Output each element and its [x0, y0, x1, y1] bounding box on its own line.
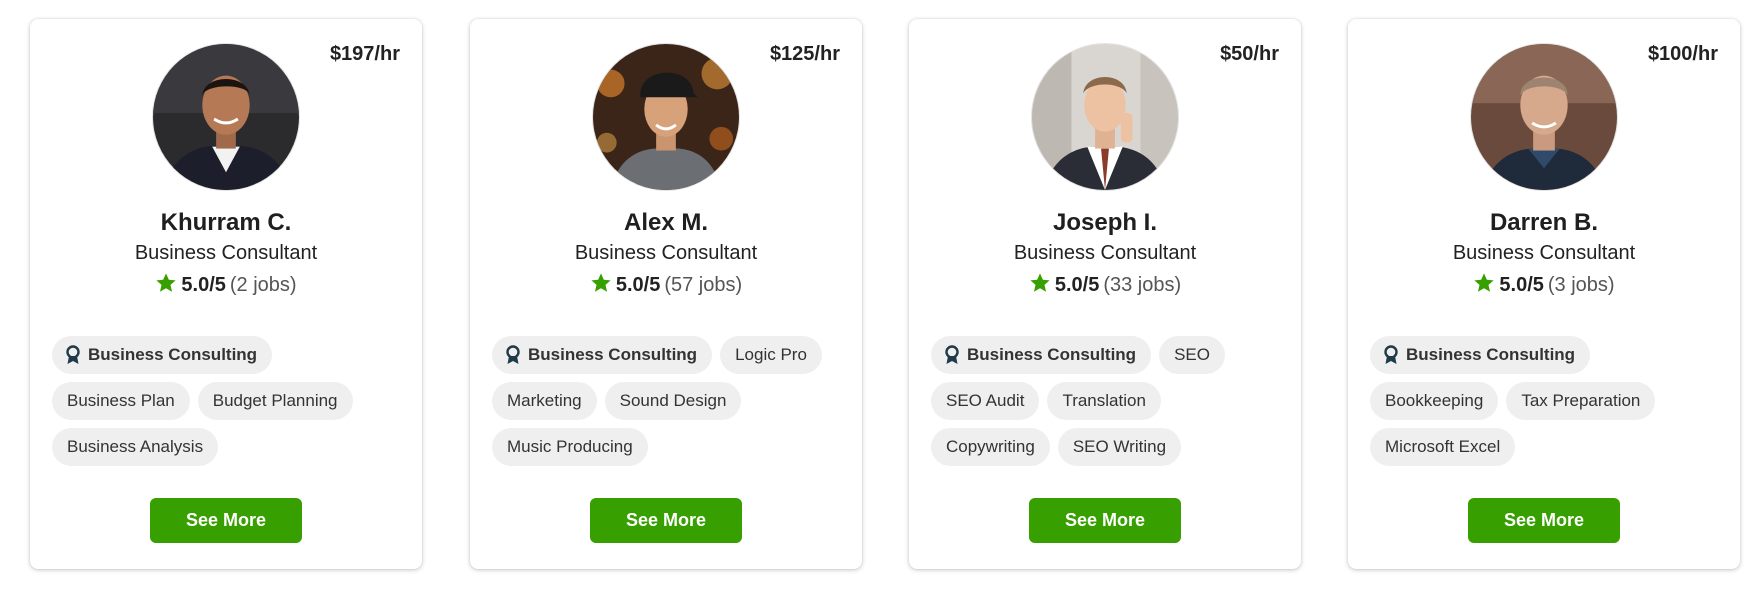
freelancer-title: Business Consultant: [134, 242, 318, 264]
freelancer-card[interactable]: $50/hr Joseph I. Business Consultant 5.0…: [909, 19, 1301, 569]
skill-tags: Business Consulting Bookkeeping Tax Prep…: [1370, 336, 1722, 466]
freelancer-name[interactable]: Khurram C.: [30, 209, 422, 237]
see-more-button[interactable]: See More: [1468, 498, 1620, 543]
job-count: (2 jobs): [229, 274, 297, 296]
freelancer-card[interactable]: $100/hr Darren B. Business Consultant 5.…: [1348, 19, 1740, 569]
hourly-rate: $50/hr: [1220, 43, 1279, 65]
top-skill-tag[interactable]: Business Consulting: [931, 336, 1152, 374]
rating: 5.0/5 (33 jobs): [909, 272, 1301, 297]
hourly-rate: $197/hr: [329, 43, 400, 65]
star-icon: [1030, 273, 1050, 292]
freelancer-name[interactable]: Alex M.: [470, 209, 862, 237]
rating: 5.0/5 (2 jobs): [30, 272, 422, 297]
skill-tag[interactable]: Tax Preparation: [1506, 382, 1656, 420]
skill-tag[interactable]: SEO: [1159, 336, 1225, 374]
star-icon: [156, 273, 177, 292]
award-badge-icon: [945, 345, 959, 364]
freelancer-card-grid: $197/hr Khurram C. Business Consultant 5…: [0, 0, 1758, 592]
hourly-rate: $125/hr: [769, 43, 840, 65]
rating-score: 5.0/5: [615, 274, 661, 296]
freelancer-title: Business Consultant: [1452, 242, 1636, 264]
skill-tags: Business Consulting SEO SEO Audit Transl…: [931, 336, 1283, 466]
top-skill-tag[interactable]: Business Consulting: [52, 336, 273, 374]
skill-tags: Business Consulting Logic Pro Marketing …: [492, 336, 844, 466]
freelancer-card[interactable]: $125/hr Alex M. Business Consultant 5.0/…: [470, 19, 862, 569]
avatar[interactable]: [1470, 43, 1618, 191]
skill-tag[interactable]: Business Plan: [52, 382, 190, 420]
skill-tag[interactable]: SEO Writing: [1057, 428, 1182, 466]
freelancer-card[interactable]: $197/hr Khurram C. Business Consultant 5…: [30, 19, 422, 569]
see-more-button[interactable]: See More: [1029, 498, 1181, 543]
skill-tags: Business Consulting Business Plan Budget…: [52, 336, 404, 466]
freelancer-name[interactable]: Darren B.: [1348, 209, 1740, 237]
avatar[interactable]: [152, 43, 300, 191]
award-badge-icon: [66, 345, 80, 364]
hourly-rate: $100/hr: [1647, 43, 1718, 65]
avatar[interactable]: [592, 43, 740, 191]
rating-score: 5.0/5: [1054, 274, 1100, 296]
top-skill-label: Business Consulting: [1406, 345, 1576, 364]
skill-tag[interactable]: Copywriting: [931, 428, 1050, 466]
job-count: (57 jobs): [664, 274, 743, 296]
rating: 5.0/5 (3 jobs): [1348, 272, 1740, 297]
skill-tag[interactable]: Sound Design: [604, 382, 742, 420]
skill-tag[interactable]: Translation: [1047, 382, 1161, 420]
skill-tag[interactable]: Bookkeeping: [1370, 382, 1499, 420]
top-skill-label: Business Consulting: [967, 345, 1137, 364]
skill-tag[interactable]: Budget Planning: [197, 382, 353, 420]
rating-score: 5.0/5: [181, 274, 226, 296]
top-skill-tag[interactable]: Business Consulting: [1370, 336, 1591, 374]
freelancer-title: Business Consultant: [574, 242, 758, 264]
rating: 5.0/5 (57 jobs): [470, 272, 862, 297]
award-badge-icon: [1384, 345, 1398, 364]
see-more-button[interactable]: See More: [590, 498, 742, 543]
skill-tag[interactable]: Marketing: [492, 382, 597, 420]
star-icon: [1474, 273, 1495, 292]
award-badge-icon: [506, 345, 520, 364]
job-count: (3 jobs): [1547, 274, 1615, 296]
profile-photo: [153, 44, 299, 190]
star-icon: [591, 273, 611, 292]
profile-photo: [1032, 44, 1178, 190]
see-more-button[interactable]: See More: [150, 498, 302, 543]
top-skill-tag[interactable]: Business Consulting: [492, 336, 713, 374]
top-skill-label: Business Consulting: [528, 345, 698, 364]
profile-photo: [1471, 44, 1617, 190]
skill-tag[interactable]: SEO Audit: [931, 382, 1040, 420]
rating-score: 5.0/5: [1499, 274, 1544, 296]
freelancer-title: Business Consultant: [1013, 242, 1197, 264]
job-count: (33 jobs): [1103, 274, 1182, 296]
top-skill-label: Business Consulting: [88, 345, 258, 364]
skill-tag[interactable]: Music Producing: [492, 428, 648, 466]
freelancer-name[interactable]: Joseph I.: [909, 209, 1301, 237]
avatar[interactable]: [1031, 43, 1179, 191]
profile-photo: [593, 44, 739, 190]
skill-tag[interactable]: Business Analysis: [52, 428, 219, 466]
skill-tag[interactable]: Logic Pro: [720, 336, 822, 374]
skill-tag[interactable]: Microsoft Excel: [1370, 428, 1516, 466]
